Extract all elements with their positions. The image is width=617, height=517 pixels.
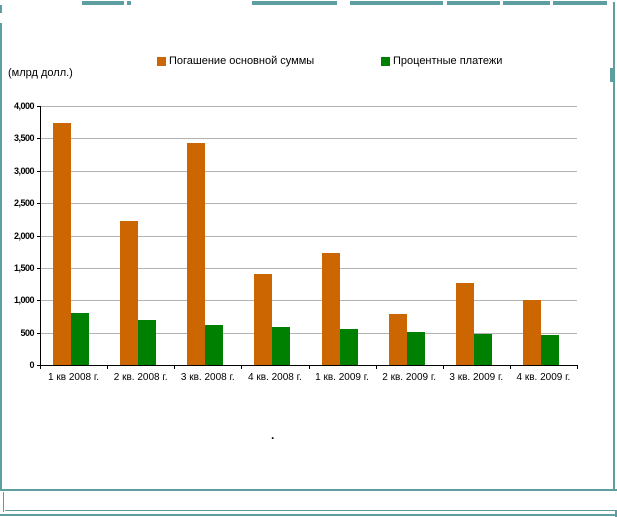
gridline bbox=[40, 106, 577, 107]
bar-principal bbox=[120, 220, 139, 365]
bar-principal bbox=[321, 252, 340, 365]
x-axis-tick bbox=[375, 365, 377, 369]
bar-interest bbox=[473, 333, 492, 365]
y-tick-label: 1,000 bbox=[13, 295, 35, 306]
gridline bbox=[40, 203, 577, 205]
y-tick-label: 4,000 bbox=[13, 101, 35, 111]
y-axis-unit-label: (млрд долл.) bbox=[8, 67, 73, 79]
bar-interest bbox=[205, 324, 224, 365]
top-border-fragment bbox=[82, 1, 124, 5]
document-page: (млрд долл.) Погашение основной суммы Пр… bbox=[0, 0, 617, 517]
x-axis-tick bbox=[308, 365, 310, 369]
y-axis-line bbox=[40, 106, 41, 365]
top-border-fragment bbox=[503, 1, 550, 5]
x-axis-tick bbox=[442, 365, 444, 369]
gridline bbox=[40, 170, 577, 172]
y-tick-label: 2,000 bbox=[13, 230, 35, 241]
top-border-fragment bbox=[350, 1, 443, 5]
x-tick-label: 4 кв. 2009 г. bbox=[516, 372, 571, 383]
bar-interest bbox=[406, 332, 425, 365]
left-border bbox=[0, 23, 2, 490]
top-border-fragment bbox=[553, 1, 607, 5]
top-border-fragment bbox=[447, 1, 500, 5]
legend-item-interest: Процентные платежи bbox=[381, 55, 502, 67]
legend-label-interest: Процентные платежи bbox=[393, 55, 503, 67]
left-border-fragment bbox=[0, 5, 2, 13]
x-axis-tick bbox=[577, 365, 578, 369]
bar-principal bbox=[455, 283, 474, 365]
empty-row-border bbox=[3, 492, 4, 512]
y-tick-label: 500 bbox=[20, 327, 34, 338]
bottom-border bbox=[0, 489, 617, 491]
y-tick-label: 3,500 bbox=[13, 133, 35, 144]
y-tick-label: 0 bbox=[29, 360, 34, 370]
bar-principal bbox=[522, 300, 541, 365]
bar-interest bbox=[138, 319, 157, 365]
bar-interest bbox=[339, 329, 358, 365]
x-axis-tick bbox=[40, 365, 41, 369]
x-axis-tick bbox=[509, 365, 511, 369]
legend-swatch-interest bbox=[381, 56, 390, 66]
bar-principal bbox=[388, 314, 407, 365]
bar-interest bbox=[272, 326, 291, 365]
bar-interest bbox=[71, 312, 90, 365]
legend-swatch-principal bbox=[157, 56, 166, 66]
y-tick-label: 3,000 bbox=[13, 165, 35, 176]
gridline bbox=[40, 138, 577, 140]
top-border-fragment bbox=[127, 1, 131, 5]
y-tick-label: 2,500 bbox=[13, 198, 35, 209]
x-axis-tick bbox=[241, 365, 243, 369]
bar-principal bbox=[254, 273, 273, 365]
y-tick-label: 1,500 bbox=[13, 262, 35, 273]
legend-label-principal: Погашение основной суммы bbox=[169, 55, 315, 67]
right-border-fragment bbox=[610, 68, 614, 82]
footnote-dot: . bbox=[271, 428, 275, 442]
top-border-fragment bbox=[252, 1, 337, 5]
legend-item-principal: Погашение основной суммы bbox=[157, 55, 314, 67]
x-axis-tick bbox=[174, 365, 176, 369]
x-axis-tick bbox=[107, 365, 109, 369]
bar-interest bbox=[540, 335, 559, 365]
bar-principal bbox=[53, 122, 72, 365]
empty-row-border bbox=[5, 510, 616, 511]
bar-principal bbox=[187, 142, 206, 365]
empty-row-border bbox=[0, 514, 617, 516]
